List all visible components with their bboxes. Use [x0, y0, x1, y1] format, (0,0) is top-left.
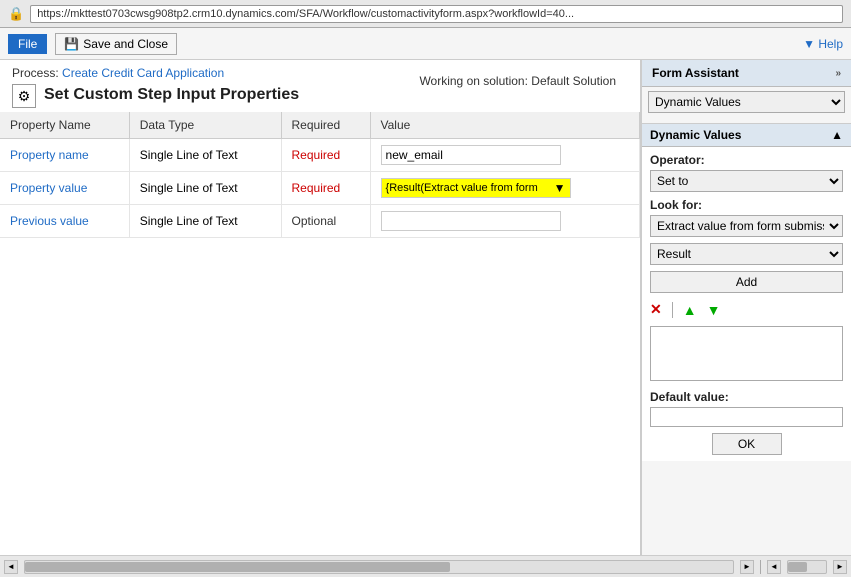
scroll-left-button[interactable]: ◄ [4, 560, 18, 574]
ok-button[interactable]: OK [712, 433, 782, 455]
operator-select[interactable]: Set to [650, 170, 843, 192]
save-close-button[interactable]: 💾 Save and Close [55, 33, 177, 55]
page-title: Set Custom Step Input Properties [44, 86, 299, 104]
add-button[interactable]: Add [650, 271, 843, 293]
look-for-label: Look for: [650, 198, 843, 212]
dynamic-values-header[interactable]: Dynamic Values ▲ [642, 124, 851, 146]
dynamic-values-body: Operator: Set to Look for: Extract value… [642, 147, 851, 461]
data-type-2: Single Line of Text [129, 205, 281, 238]
operator-label: Operator: [650, 153, 843, 167]
process-link[interactable]: Create Credit Card Application [62, 66, 224, 80]
solution-text: Working on solution: Default Solution [407, 66, 628, 96]
data-type-1: Single Line of Text [129, 172, 281, 205]
result-select[interactable]: Result [650, 243, 843, 265]
process-prefix: Process: [12, 66, 59, 80]
scroll-left2-button[interactable]: ◄ [767, 560, 781, 574]
values-textarea[interactable] [650, 326, 843, 381]
scroll-right-button[interactable]: ► [740, 560, 754, 574]
page-header: Process: Create Credit Card Application … [0, 60, 640, 112]
col-header-name: Property Name [0, 112, 129, 139]
look-for-select[interactable]: Extract value from form submission [650, 215, 843, 237]
required-0: Required [281, 139, 370, 172]
collapse-icon: ▲ [831, 128, 843, 142]
process-label: Process: Create Credit Card Application [12, 66, 407, 80]
lock-icon: 🔒 [8, 6, 24, 22]
prop-name-link-1[interactable]: Property value [10, 181, 87, 195]
dynamic-value-text: {Result(Extract value from form [386, 182, 552, 194]
horizontal-scrollbar[interactable] [24, 560, 734, 574]
dynamic-value-field[interactable]: {Result(Extract value from form ▼ [381, 178, 571, 198]
settings-icon: ⚙ [12, 84, 36, 108]
dynamic-values-title: Dynamic Values [650, 128, 741, 142]
table-row: Property name Single Line of Text Requir… [0, 139, 640, 172]
prop-name-link-0[interactable]: Property name [10, 148, 89, 162]
action-icons: ✕ ▲ ▼ [650, 299, 843, 320]
move-down-icon[interactable]: ▼ [707, 302, 721, 318]
browser-bar: 🔒 https://mkttest0703cwsg908tp2.crm10.dy… [0, 0, 851, 28]
required-1: Required [281, 172, 370, 205]
col-header-required: Required [281, 112, 370, 139]
scroll-right2-button[interactable]: ► [833, 560, 847, 574]
dropdown-arrow-icon[interactable]: ▼ [554, 181, 566, 195]
assistant-dropdown-row: Dynamic Values Static Values [642, 87, 851, 124]
assistant-type-select[interactable]: Dynamic Values Static Values [648, 91, 845, 113]
toolbar: File 💾 Save and Close ▼ Help [0, 28, 851, 60]
default-value-label: Default value: [650, 390, 843, 404]
save-icon: 💾 [64, 37, 79, 51]
dynamic-values-section: Dynamic Values ▲ [642, 124, 851, 147]
main-content: Process: Create Credit Card Application … [0, 60, 851, 555]
left-panel: Process: Create Credit Card Application … [0, 60, 641, 555]
value-input-0[interactable] [381, 145, 561, 165]
status-bar: ◄ ► ◄ ► [0, 555, 851, 577]
horizontal-scrollbar2[interactable] [787, 560, 827, 574]
form-assistant-panel: Form Assistant » Dynamic Values Static V… [641, 60, 851, 555]
process-info: Process: Create Credit Card Application … [12, 66, 407, 108]
col-header-type: Data Type [129, 112, 281, 139]
table-row: Property value Single Line of Text Requi… [0, 172, 640, 205]
value-cell-0 [370, 139, 639, 172]
save-close-label: Save and Close [83, 37, 168, 51]
prop-name-link-2[interactable]: Previous value [10, 214, 89, 228]
required-2: Optional [281, 205, 370, 238]
form-assistant-header: Form Assistant » [642, 60, 851, 87]
file-button[interactable]: File [8, 34, 47, 54]
url-bar[interactable]: https://mkttest0703cwsg908tp2.crm10.dyna… [30, 5, 843, 23]
value-input-2[interactable] [381, 211, 561, 231]
scrollbar-thumb2 [788, 562, 807, 572]
properties-table: Property Name Data Type Required Value P… [0, 112, 640, 238]
value-cell-1: {Result(Extract value from form ▼ [370, 172, 639, 205]
value-cell-2 [370, 205, 639, 238]
col-header-value: Value [370, 112, 639, 139]
move-up-icon[interactable]: ▲ [683, 302, 697, 318]
form-assistant-title: Form Assistant [652, 66, 739, 80]
delete-icon[interactable]: ✕ [650, 301, 662, 318]
help-button[interactable]: ▼ Help [803, 37, 843, 51]
default-value-input[interactable] [650, 407, 843, 427]
data-type-0: Single Line of Text [129, 139, 281, 172]
separator [672, 302, 673, 318]
scrollbar-thumb [25, 562, 450, 572]
expand-icon[interactable]: » [835, 68, 841, 79]
table-row: Previous value Single Line of Text Optio… [0, 205, 640, 238]
